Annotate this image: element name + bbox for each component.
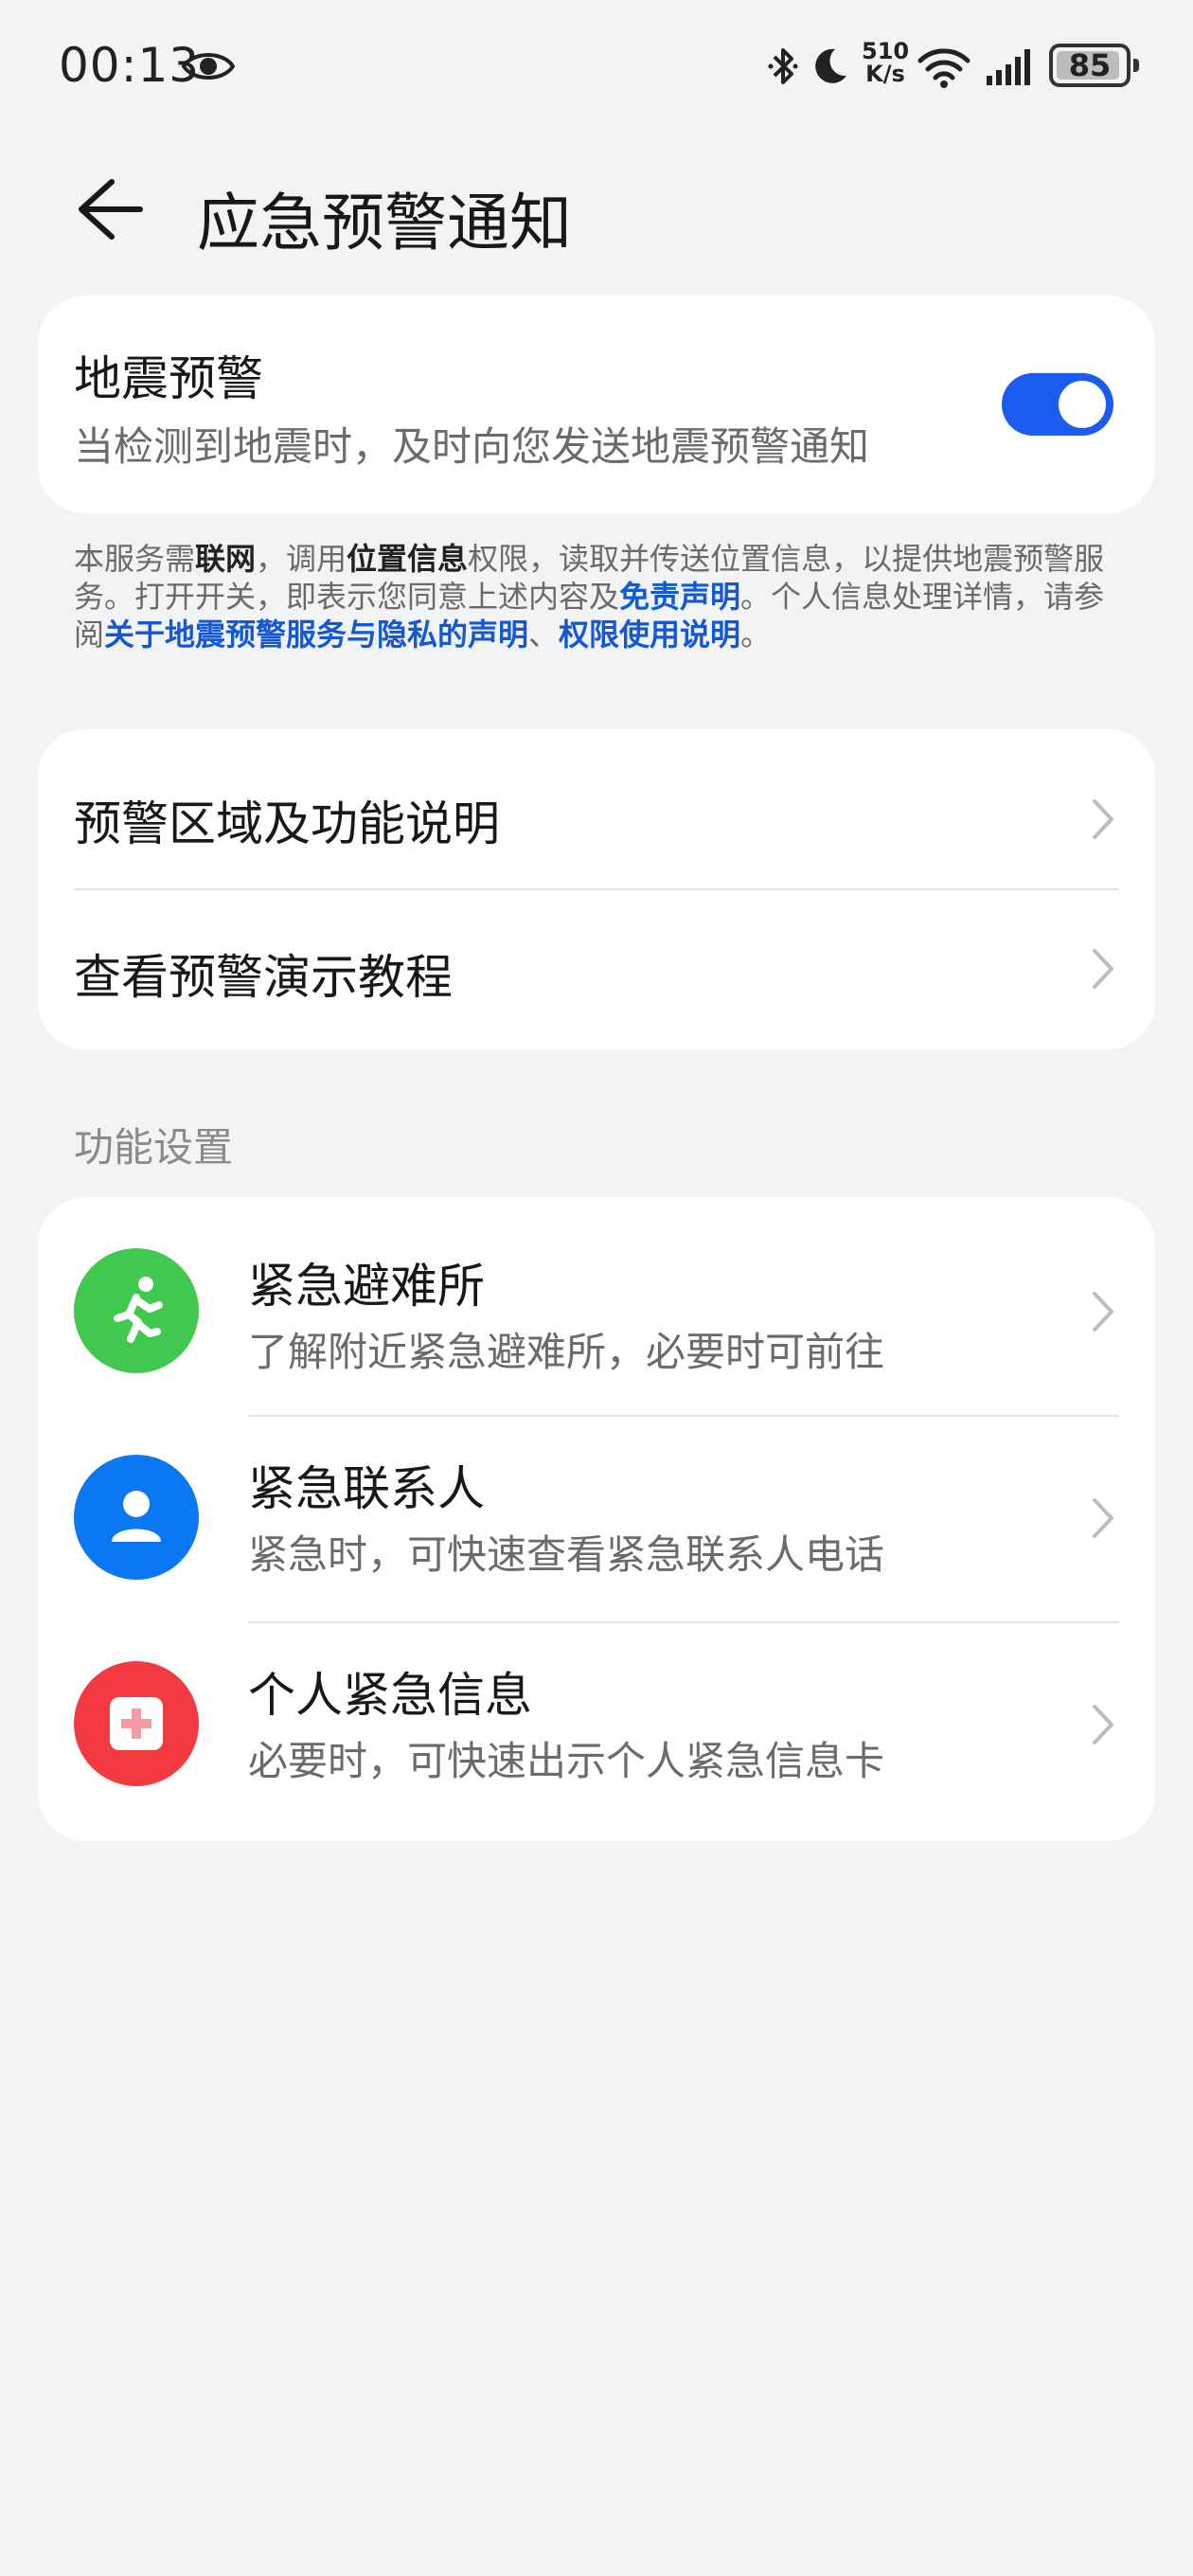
section-header-function-settings: 功能设置 xyxy=(74,1124,234,1171)
link-row-warning-area[interactable]: 预警区域及功能说明 xyxy=(38,737,1155,888)
info-links-card: 预警区域及功能说明 查看预警演示教程 xyxy=(38,729,1155,1049)
network-speed: 510 K/s xyxy=(862,38,910,87)
eye-icon xyxy=(182,53,235,80)
link-label: 查看预警演示教程 xyxy=(74,950,453,1005)
feature-title: 紧急避难所 xyxy=(248,1259,485,1314)
back-arrow-icon[interactable] xyxy=(74,176,146,242)
running-person-icon xyxy=(74,1248,199,1373)
feature-title: 紧急联系人 xyxy=(248,1461,485,1516)
earthquake-alert-title: 地震预警 xyxy=(74,351,263,406)
feature-row-personal-emergency-info[interactable]: 个人紧急信息 必要时，可快速出示个人紧急信息卡 xyxy=(38,1623,1155,1830)
service-notice: 本服务需联网，调用位置信息权限，读取并传送位置信息，以提供地震预警服务。打开开关… xyxy=(74,541,1105,653)
link-row-demo-tutorial[interactable]: 查看预警演示教程 xyxy=(38,890,1155,1042)
battery-indicator: 85 xyxy=(1049,44,1139,87)
feature-subtitle: 必要时，可快速出示个人紧急信息卡 xyxy=(248,1738,885,1784)
feature-subtitle: 了解附近紧急避难所，必要时可前往 xyxy=(248,1329,885,1375)
bluetooth-icon xyxy=(768,48,798,84)
chevron-right-icon xyxy=(1093,1292,1113,1332)
permission-usage-link[interactable]: 权限使用说明 xyxy=(559,617,740,653)
feature-subtitle: 紧急时，可快速查看紧急联系人电话 xyxy=(248,1531,885,1578)
chevron-right-icon xyxy=(1093,799,1113,839)
chevron-right-icon xyxy=(1093,1705,1113,1744)
feature-row-shelter[interactable]: 紧急避难所 了解附近紧急避难所，必要时可前往 xyxy=(38,1197,1155,1404)
status-bar: 00:13 510 K/s 85 xyxy=(0,0,1193,133)
person-icon xyxy=(74,1455,199,1580)
moon-icon xyxy=(815,48,846,83)
signal-icon xyxy=(987,49,1030,85)
chevron-right-icon xyxy=(1093,949,1113,989)
page-title: 应急预警通知 xyxy=(197,187,572,259)
feature-row-emergency-contacts[interactable]: 紧急联系人 紧急时，可快速查看紧急联系人电话 xyxy=(38,1417,1155,1623)
link-label: 预警区域及功能说明 xyxy=(74,796,500,851)
privacy-statement-link[interactable]: 关于地震预警服务与隐私的声明 xyxy=(104,617,528,653)
feature-title: 个人紧急信息 xyxy=(248,1668,532,1723)
battery-level: 85 xyxy=(1068,47,1112,83)
status-time: 00:13 xyxy=(59,38,201,93)
disclaimer-link[interactable]: 免责声明 xyxy=(619,579,740,615)
earthquake-alert-toggle[interactable] xyxy=(1002,373,1113,436)
emergency-alerts-page: 00:13 510 K/s 85 应急预警通知 地震预警 当检测到地震时，及时向… xyxy=(0,0,1193,2576)
earthquake-alert-card: 地震预警 当检测到地震时，及时向您发送地震预警通知 xyxy=(38,295,1155,513)
earthquake-alert-subtitle: 当检测到地震时，及时向您发送地震预警通知 xyxy=(74,423,870,470)
medical-cross-icon xyxy=(74,1661,199,1786)
wifi-icon xyxy=(917,48,970,88)
chevron-right-icon xyxy=(1093,1498,1113,1538)
function-settings-card: 紧急避难所 了解附近紧急避难所，必要时可前往 紧急联系人 紧急时，可快速查看紧急… xyxy=(38,1197,1155,1841)
toggle-knob xyxy=(1059,381,1106,428)
